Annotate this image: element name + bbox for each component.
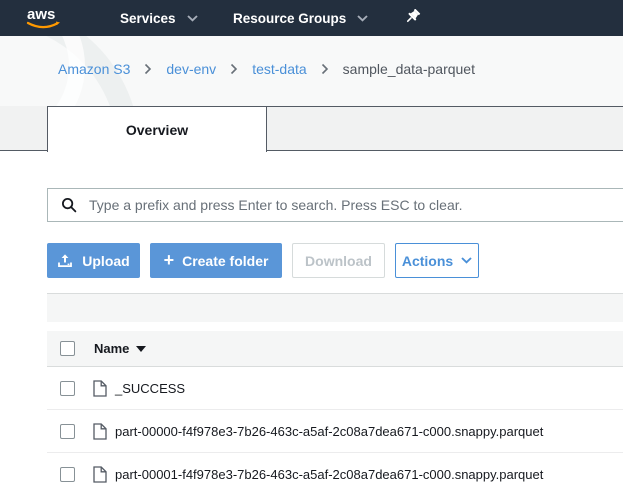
- column-header-name[interactable]: Name: [94, 341, 146, 356]
- breadcrumb: Amazon S3 dev-env test-data sample_data-…: [58, 61, 475, 77]
- breadcrumb-band: Amazon S3 dev-env test-data sample_data-…: [0, 36, 623, 106]
- row-checkbox[interactable]: [60, 467, 75, 482]
- row-checkbox[interactable]: [60, 381, 75, 396]
- object-link[interactable]: _SUCCESS: [115, 381, 185, 396]
- actions-button-label: Actions: [402, 253, 453, 269]
- chevron-right-icon: [230, 63, 238, 75]
- breadcrumb-dev-env[interactable]: dev-env: [166, 61, 216, 77]
- chevron-down-icon: [461, 257, 472, 264]
- download-button-label: Download: [305, 253, 372, 269]
- table-row: part-00000-f4f978e3-7b26-463c-a5af-2c08a…: [47, 410, 623, 453]
- plus-icon: +: [164, 251, 175, 269]
- chevron-right-icon: [144, 63, 152, 75]
- top-navbar: aws Services Resource Groups: [0, 0, 623, 36]
- tab-overview[interactable]: Overview: [47, 106, 267, 152]
- pushpin-icon[interactable]: [404, 9, 422, 32]
- sort-desc-icon: [136, 346, 146, 352]
- breadcrumb-current-folder: sample_data-parquet: [343, 61, 475, 77]
- object-link[interactable]: part-00001-f4f978e3-7b26-463c-a5af-2c08a…: [115, 467, 543, 482]
- file-icon: [93, 423, 107, 440]
- tab-overview-label: Overview: [126, 122, 188, 138]
- table-row: _SUCCESS: [47, 367, 623, 410]
- download-button[interactable]: Download: [292, 243, 385, 278]
- upload-icon: [57, 253, 73, 268]
- breadcrumb-test-data[interactable]: test-data: [252, 61, 306, 77]
- chevron-right-icon: [321, 63, 329, 75]
- create-folder-button[interactable]: + Create folder: [150, 243, 282, 278]
- nav-resource-groups-label: Resource Groups: [233, 11, 346, 26]
- object-link[interactable]: part-00000-f4f978e3-7b26-463c-a5af-2c08a…: [115, 424, 543, 439]
- file-icon: [93, 466, 107, 483]
- select-all-checkbox[interactable]: [60, 341, 75, 356]
- search-icon: [61, 197, 77, 213]
- table-header-row: Name: [47, 331, 623, 367]
- aws-logo[interactable]: aws: [21, 4, 67, 38]
- prefix-search-box: [47, 188, 623, 222]
- breadcrumb-amazon-s3[interactable]: Amazon S3: [58, 61, 130, 77]
- nav-services-label: Services: [120, 11, 176, 26]
- upload-button-label: Upload: [82, 253, 129, 269]
- tab-strip: Overview: [0, 106, 623, 151]
- chevron-down-icon: [357, 15, 368, 22]
- toolbar: Upload + Create folder Download Actions: [47, 243, 479, 278]
- table-toolbar-strip: [47, 293, 623, 322]
- actions-dropdown-button[interactable]: Actions: [395, 243, 479, 278]
- aws-logo-text: aws: [27, 6, 55, 23]
- create-folder-button-label: Create folder: [182, 253, 268, 269]
- column-header-name-label: Name: [94, 341, 129, 356]
- row-checkbox[interactable]: [60, 424, 75, 439]
- search-input[interactable]: [89, 197, 623, 213]
- upload-button[interactable]: Upload: [47, 243, 140, 278]
- nav-resource-groups-menu[interactable]: Resource Groups: [233, 0, 368, 36]
- nav-services-menu[interactable]: Services: [120, 0, 198, 36]
- chevron-down-icon: [187, 15, 198, 22]
- table-row: part-00001-f4f978e3-7b26-463c-a5af-2c08a…: [47, 453, 623, 496]
- file-icon: [93, 380, 107, 397]
